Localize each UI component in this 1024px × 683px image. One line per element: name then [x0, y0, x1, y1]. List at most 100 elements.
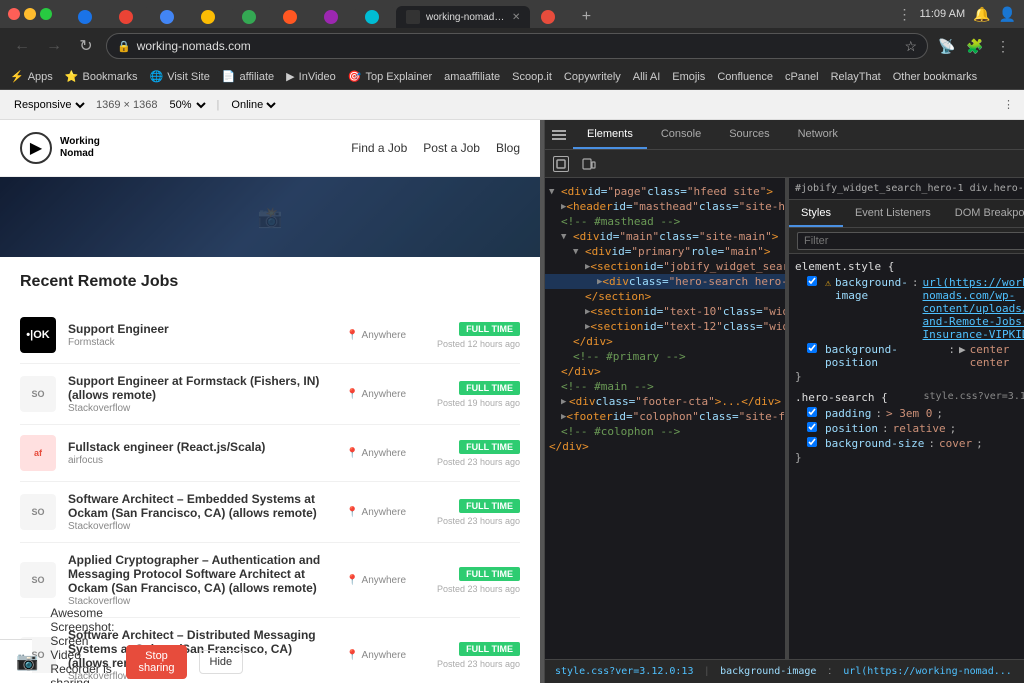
screenshot-text: Awesome Screenshot: Screen Video Recorde… — [50, 606, 114, 683]
tab-10[interactable] — [531, 6, 571, 28]
elem-line-10[interactable]: ▶ <section id="text-12" class="widget wi… — [545, 319, 785, 334]
prop-checkbox-padding[interactable] — [807, 407, 817, 417]
address-bar[interactable]: 🔒 working-nomads.com ☆ — [106, 33, 928, 59]
subtab-styles[interactable]: Styles — [789, 200, 843, 227]
bookmark-amaaffiliate[interactable]: amaaffiliate — [444, 71, 500, 83]
responsive-mode-select[interactable]: Responsive — [10, 98, 88, 112]
bookmark-star-icon[interactable]: ☆ — [904, 38, 917, 55]
nav-find-job[interactable]: Find a Job — [351, 141, 407, 155]
settings-icon[interactable]: ⋮ — [897, 6, 911, 23]
toggle-icon-5[interactable]: ▼ — [573, 247, 585, 257]
elem-line-1[interactable]: ▼ <div id="page" class="hfeed site" > — [545, 184, 785, 199]
elem-line-16[interactable]: ▶ <footer id="colophon" class="site-foot… — [545, 409, 785, 424]
bookmark-cpanel[interactable]: cPanel — [785, 71, 819, 83]
elem-line-4[interactable]: ▼ <div id="main" class="site-main" > — [545, 229, 785, 244]
job-card-3[interactable]: af Fullstack engineer (React.js/Scala) a… — [20, 425, 520, 482]
new-tab-button[interactable]: + — [572, 6, 600, 28]
bookmark-relaythat[interactable]: RelayThat — [831, 71, 881, 83]
online-select[interactable]: Online — [227, 98, 279, 112]
job-time-4: Posted 23 hours ago — [437, 516, 520, 526]
subtab-event-listeners[interactable]: Event Listeners — [843, 200, 943, 227]
bookmark-apps[interactable]: ⚡Apps — [10, 70, 53, 83]
device-toggle-icon[interactable] — [577, 152, 601, 176]
elem-line-3[interactable]: <!-- #masthead --> — [545, 214, 785, 229]
elem-line-18[interactable]: </div> — [545, 439, 785, 454]
job-location-4: 📍 Anywhere — [346, 507, 418, 518]
nav-blog[interactable]: Blog — [496, 141, 520, 155]
bookmark-emojis[interactable]: Emojis — [672, 71, 705, 83]
hide-button[interactable]: Hide — [199, 650, 244, 674]
elem-line-15[interactable]: ▶ <div class="footer-cta" >...</div> — [545, 394, 785, 409]
stop-sharing-button[interactable]: Stop sharing — [126, 645, 186, 679]
bookmark-visit-site[interactable]: 🌐Visit Site — [150, 70, 210, 83]
prop-checkbox-bg-size[interactable] — [807, 437, 817, 447]
elem-line-7-selected[interactable]: ▶ <div class="hero-search hero-search--n… — [545, 274, 785, 289]
elem-line-14[interactable]: <!-- #main --> — [545, 379, 785, 394]
tab-active[interactable]: working-nomads.com ✕ — [396, 6, 530, 28]
elem-line-11[interactable]: </div> — [545, 334, 785, 349]
more-options-icon[interactable]: ⋮ — [1003, 98, 1014, 111]
elem-line-13[interactable]: </div> — [545, 364, 785, 379]
styles-panel: #jobify_widget_search_hero-1 div.hero-se… — [788, 178, 1024, 659]
tab-6[interactable] — [273, 6, 313, 28]
notification-icon[interactable]: 🔔 — [973, 6, 990, 23]
close-button[interactable] — [8, 8, 20, 20]
bg-image-url[interactable]: url(https://working-nomads.com/wp-conten… — [923, 276, 1024, 341]
minimize-button[interactable] — [24, 8, 36, 20]
cast-icon[interactable]: 📡 — [936, 35, 958, 57]
bookmark-scoopit[interactable]: Scoop.it — [512, 71, 552, 83]
tab-4[interactable] — [191, 6, 231, 28]
toggle-icon-4[interactable]: ▼ — [561, 232, 573, 242]
job-card-1[interactable]: •|OK Support Engineer Formstack 📍 Anywhe… — [20, 307, 520, 364]
tab-network[interactable]: Network — [784, 120, 852, 149]
zoom-select[interactable]: 50% — [166, 98, 209, 112]
forward-button[interactable]: → — [42, 34, 66, 58]
job-card-2[interactable]: SO Support Engineer at Formstack (Fisher… — [20, 364, 520, 425]
website-content: ▶ Working Nomad Find a Job Post a Job Bl… — [0, 120, 540, 683]
prop-checkbox-bg-pos[interactable] — [807, 343, 817, 353]
elem-line-6[interactable]: ▶ <section id="jobify_widget_search_hero… — [545, 259, 785, 274]
tab-5[interactable] — [232, 6, 272, 28]
tab-2[interactable] — [109, 6, 149, 28]
prop-checkbox-bg[interactable] — [807, 276, 817, 286]
tab-8[interactable] — [355, 6, 395, 28]
elem-line-9[interactable]: ▶ <section id="text-10" class="widget wi… — [545, 304, 785, 319]
tab-sources[interactable]: Sources — [715, 120, 783, 149]
toggle-icon-15[interactable]: ▶ — [561, 397, 569, 407]
element-selector[interactable] — [553, 156, 569, 172]
maximize-button[interactable] — [40, 8, 52, 20]
bookmark-bookmarks[interactable]: ⭐Bookmarks — [65, 70, 138, 83]
bookmark-copywritely[interactable]: Copywritely — [564, 71, 621, 83]
elem-line-17[interactable]: <!-- #colophon --> — [545, 424, 785, 439]
menu-icon[interactable]: ⋮ — [992, 35, 1014, 57]
tab-close-button[interactable]: ✕ — [512, 12, 520, 23]
styles-filter-field[interactable] — [797, 232, 1024, 250]
tab-console[interactable]: Console — [647, 120, 715, 149]
tab-3[interactable] — [150, 6, 190, 28]
extensions-icon[interactable]: 🧩 — [964, 35, 986, 57]
elem-line-12[interactable]: <!-- #primary --> — [545, 349, 785, 364]
bookmark-alliai[interactable]: Alli AI — [633, 71, 661, 83]
bookmark-confluence[interactable]: Confluence — [717, 71, 773, 83]
reload-button[interactable]: ↻ — [74, 34, 98, 58]
account-icon[interactable]: 👤 — [999, 6, 1016, 23]
job-company-1: Formstack — [68, 337, 334, 348]
bookmark-other[interactable]: Other bookmarks — [893, 71, 977, 83]
tab-elements[interactable]: Elements — [573, 120, 647, 149]
job-card-4[interactable]: SO Software Architect – Embedded Systems… — [20, 482, 520, 543]
bookmark-invideo[interactable]: ▶InVideo — [286, 70, 336, 83]
toggle-icon[interactable]: ▼ — [549, 187, 561, 197]
elem-line-5[interactable]: ▼ <div id="primary" role="main" > — [545, 244, 785, 259]
subtab-dom-breakpoints[interactable]: DOM Breakpoints — [943, 200, 1024, 227]
devtools-toggle-icon[interactable] — [545, 120, 573, 149]
tab-7[interactable] — [314, 6, 354, 28]
job-company-4: Stackoverflow — [68, 521, 334, 532]
bookmark-affiliate[interactable]: 📄affiliate — [222, 70, 274, 83]
bookmark-top-explainer[interactable]: 🎯Top Explainer — [348, 70, 432, 83]
nav-post-job[interactable]: Post a Job — [423, 141, 480, 155]
elem-line-8[interactable]: </section> — [545, 289, 785, 304]
elem-line-2[interactable]: ▶ <header id="masthead" class="site-head… — [545, 199, 785, 214]
back-button[interactable]: ← — [10, 34, 34, 58]
tab-1[interactable] — [68, 6, 108, 28]
prop-checkbox-position[interactable] — [807, 422, 817, 432]
